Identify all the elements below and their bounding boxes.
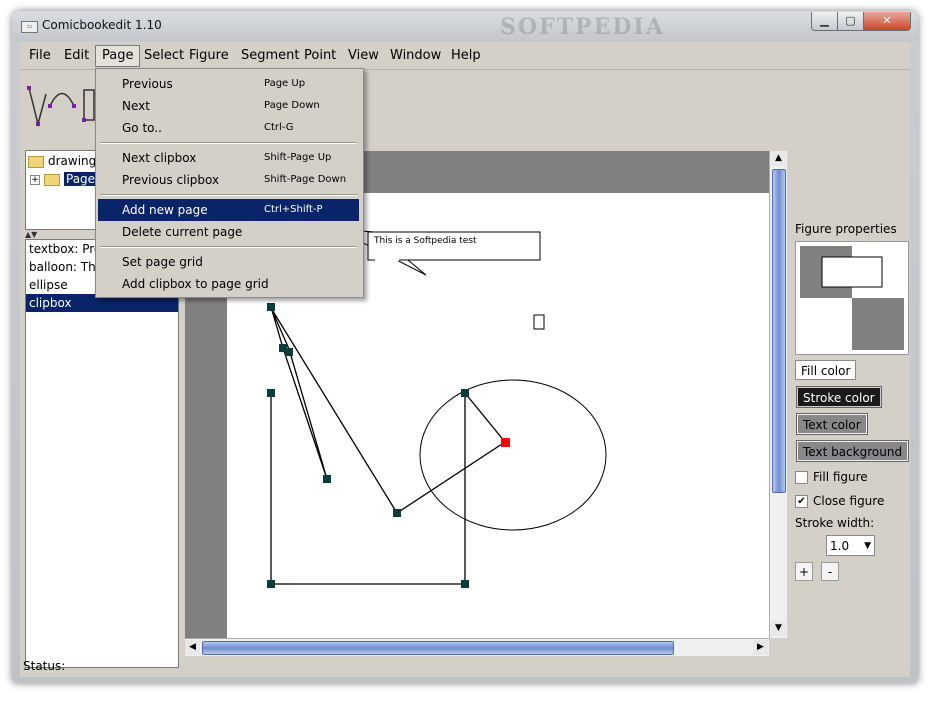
balloon-text: This is a Softpedia test xyxy=(374,236,477,246)
menu-item-previous[interactable]: Previous Page Up xyxy=(98,73,359,95)
menu-item-previous-clipbox[interactable]: Previous clipbox Shift-Page Down xyxy=(98,169,359,191)
rectangle-tool-icon[interactable] xyxy=(82,89,95,122)
softpedia-watermark: SOFTPEDIA xyxy=(500,14,665,40)
app-icon: ▭ xyxy=(21,21,38,33)
tree-item-page[interactable]: + Page xyxy=(30,171,98,187)
figure-preview xyxy=(795,241,909,355)
menu-point[interactable]: Point xyxy=(298,46,342,66)
fill-figure-label: Fill figure xyxy=(813,470,868,484)
menu-separator xyxy=(100,194,357,196)
title-bar[interactable]: ▭ Comicbookedit 1.10 SOFTPEDIA ▁ ▢ ✕ xyxy=(12,11,918,41)
checkbox-checked-icon[interactable]: ✔ xyxy=(795,495,808,508)
figure-properties-title: Figure properties xyxy=(795,222,897,236)
scroll-down-arrow[interactable]: ▼ xyxy=(771,621,786,636)
expand-icon[interactable]: + xyxy=(30,174,40,185)
scroll-left-arrow[interactable]: ◀ xyxy=(185,640,200,655)
selected-node-handle[interactable] xyxy=(501,438,510,447)
tree-root-label: drawing xyxy=(48,154,97,168)
text-color-button[interactable]: Text color xyxy=(796,413,868,435)
text-box[interactable] xyxy=(533,314,545,330)
close-button[interactable]: ✕ xyxy=(863,12,911,31)
page-menu-dropdown: Previous Page Up Next Page Down Go to.. Ctr… xyxy=(95,68,364,298)
menu-bar: File Edit Page Select Figure Segment Poi… xyxy=(20,42,910,70)
decrease-stroke-button[interactable]: - xyxy=(821,562,839,581)
menu-item-set-page-grid[interactable]: Set page grid xyxy=(98,251,359,273)
menu-edit[interactable]: Edit xyxy=(58,46,95,66)
menu-item-goto[interactable]: Go to.. Ctrl-G xyxy=(98,117,359,139)
scroll-up-arrow[interactable]: ▲ xyxy=(771,151,786,166)
node-handles[interactable] xyxy=(267,303,469,588)
preview-pattern xyxy=(800,246,904,350)
menu-separator xyxy=(100,246,357,248)
minimize-button[interactable]: ▁ xyxy=(811,12,838,31)
menu-view[interactable]: View xyxy=(342,46,385,66)
menu-separator xyxy=(100,142,357,144)
menu-file[interactable]: File xyxy=(23,46,57,66)
close-figure-checkbox[interactable]: ✔ Close figure xyxy=(795,493,884,509)
object-list[interactable]: textbox: Pres balloon: This ellipse clip… xyxy=(25,239,179,668)
maximize-button[interactable]: ▢ xyxy=(837,12,864,31)
menu-figure[interactable]: Figure xyxy=(183,46,235,66)
fill-figure-checkbox[interactable]: Fill figure xyxy=(795,469,868,485)
fill-color-button[interactable]: Fill color xyxy=(795,360,857,380)
polyline-tool-icon[interactable] xyxy=(27,86,47,127)
curve-tool-icon[interactable] xyxy=(48,92,76,109)
horizontal-scroll-thumb[interactable] xyxy=(202,641,674,655)
vertical-scrollbar[interactable]: ▲ ▼ xyxy=(769,151,787,638)
polyline-shape[interactable] xyxy=(270,306,506,514)
close-figure-label: Close figure xyxy=(813,494,885,508)
chevron-down-icon: ▼ xyxy=(864,541,871,551)
stroke-width-select[interactable]: 1.0 ▼ xyxy=(826,535,875,556)
ellipse-shape[interactable] xyxy=(419,379,607,531)
clipbox-shape[interactable] xyxy=(270,393,466,585)
horizontal-scrollbar[interactable]: ◀ ▶ xyxy=(185,638,769,656)
tree-item-drawing[interactable]: drawing xyxy=(28,153,96,169)
window-title: Comicbookedit 1.10 xyxy=(42,18,162,32)
stroke-width-label: Stroke width: xyxy=(795,516,875,530)
stroke-color-button[interactable]: Stroke color xyxy=(796,386,882,408)
menu-item-add-clipbox-grid[interactable]: Add clipbox to page grid xyxy=(98,273,359,295)
tree-child-label: Page xyxy=(64,172,98,186)
menu-item-next-clipbox[interactable]: Next clipbox Shift-Page Up xyxy=(98,147,359,169)
checkbox-unchecked-icon[interactable] xyxy=(795,471,808,484)
menu-item-delete-page[interactable]: Delete current page xyxy=(98,221,359,243)
folder-open-icon xyxy=(28,155,44,168)
menu-window[interactable]: Window xyxy=(384,46,447,66)
menu-segment[interactable]: Segment xyxy=(235,46,306,66)
text-background-button[interactable]: Text background xyxy=(795,440,910,462)
menu-help[interactable]: Help xyxy=(445,46,487,66)
status-bar: Status: xyxy=(23,659,66,673)
increase-stroke-button[interactable]: + xyxy=(795,562,813,581)
scroll-right-arrow[interactable]: ▶ xyxy=(753,640,768,655)
stroke-width-value: 1.0 xyxy=(830,539,850,553)
vertical-scroll-thumb[interactable] xyxy=(772,169,786,493)
folder-icon xyxy=(44,173,60,186)
menu-item-next[interactable]: Next Page Down xyxy=(98,95,359,117)
menu-page[interactable]: Page xyxy=(95,45,141,67)
menu-item-add-new-page[interactable]: Add new page Ctrl+Shift-P xyxy=(98,199,359,221)
